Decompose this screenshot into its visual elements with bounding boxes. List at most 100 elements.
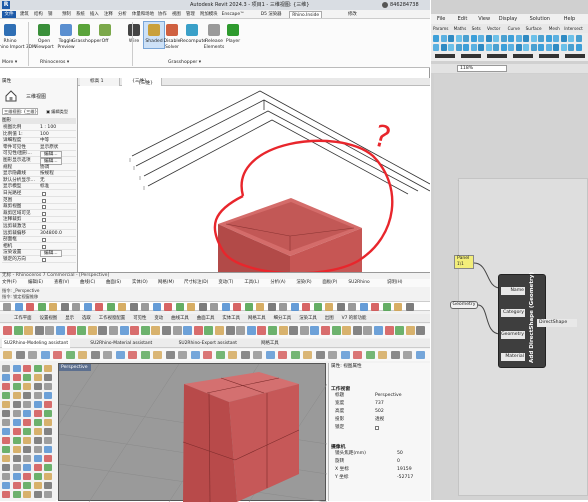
gh-zoom-dropdown[interactable]: 118% bbox=[457, 65, 507, 72]
rhino-plugin-icon[interactable] bbox=[65, 351, 75, 359]
gh-menu-item[interactable]: Display bbox=[499, 15, 517, 23]
rhino-command-bar[interactable] bbox=[0, 301, 430, 311]
rhino-plugin-icon[interactable] bbox=[203, 351, 212, 359]
rhino-side-tool-icon[interactable] bbox=[33, 473, 42, 480]
rhino-plugin-icon[interactable] bbox=[278, 351, 287, 359]
rhino-menu-item[interactable]: 查看(V) bbox=[54, 279, 69, 287]
rhino-side-tool-icon[interactable] bbox=[44, 392, 53, 399]
rhino-toolbar-tab[interactable]: V7 的新功能 bbox=[342, 314, 367, 323]
gh-component-icon[interactable] bbox=[553, 44, 559, 51]
rhino-side-tool-icon[interactable] bbox=[23, 374, 32, 381]
rhino-side-tool-icon[interactable] bbox=[33, 365, 42, 372]
rhino-side-tool-icon[interactable] bbox=[33, 419, 42, 426]
rhino-side-tool-icon[interactable] bbox=[33, 491, 42, 498]
rhino-toolbar-tab[interactable]: 工作平面 bbox=[14, 314, 32, 323]
rhino-command-icon[interactable] bbox=[118, 303, 126, 311]
rhino-side-tool-icon[interactable] bbox=[33, 401, 42, 408]
rhino-prop-checkbox[interactable] bbox=[375, 426, 379, 430]
gh-output-directshape[interactable]: DirectShape bbox=[537, 319, 577, 327]
rhino-toolbar-tab[interactable]: 出图 bbox=[325, 314, 334, 323]
rhino-side-tool-icon[interactable] bbox=[2, 419, 10, 426]
rhino-tool-icon[interactable] bbox=[109, 326, 118, 335]
rhino-plugin-icon[interactable] bbox=[103, 351, 112, 359]
rhino-toolbar-tab[interactable]: 曲线工具 bbox=[171, 314, 189, 323]
rhino-tool-icon[interactable] bbox=[183, 326, 193, 335]
rhino-plugin-icon[interactable] bbox=[415, 351, 425, 359]
rhino-side-tool-icon[interactable] bbox=[23, 473, 32, 480]
rhino-command-icon[interactable] bbox=[371, 303, 379, 311]
gh-component-icon[interactable] bbox=[523, 35, 529, 42]
gh-menu-item[interactable]: File bbox=[437, 15, 445, 23]
rhino-side-tool-icon[interactable] bbox=[2, 482, 10, 489]
rhino-command-icon[interactable] bbox=[313, 303, 322, 311]
rhino-tool-icon[interactable] bbox=[204, 326, 214, 335]
rhino-side-tool-icon[interactable] bbox=[2, 455, 10, 462]
rhino-command-icon[interactable] bbox=[26, 303, 34, 311]
gh-component-icon[interactable] bbox=[545, 35, 552, 42]
gh-input-material[interactable]: Material bbox=[501, 353, 525, 361]
rhino-tool-icon[interactable] bbox=[3, 326, 12, 335]
rhino-tool-icon[interactable] bbox=[56, 326, 65, 335]
rhino-command-icon[interactable] bbox=[95, 303, 103, 311]
gh-component-icon[interactable] bbox=[433, 35, 439, 42]
rhino-command-icon[interactable] bbox=[14, 303, 23, 311]
gh-component-icon[interactable] bbox=[515, 35, 522, 42]
gh-tab[interactable]: Vector bbox=[487, 25, 500, 32]
rhino-side-tool-icon[interactable] bbox=[23, 437, 32, 444]
file-menu-button[interactable]: 文件 bbox=[2, 11, 16, 18]
rhino-side-tool-icon[interactable] bbox=[23, 491, 32, 498]
property-value[interactable]: 304800.0 bbox=[40, 231, 62, 237]
rhino-command-icon[interactable] bbox=[164, 303, 172, 311]
rhino-command-icon[interactable] bbox=[141, 303, 149, 311]
gh-tab[interactable]: Surface bbox=[526, 25, 542, 32]
rhino-prop-value[interactable]: 502 bbox=[375, 409, 384, 415]
gh-component-icon[interactable] bbox=[530, 35, 537, 42]
rhino-tool-icon[interactable] bbox=[384, 326, 394, 335]
rhino-tool-icon[interactable] bbox=[321, 326, 330, 335]
ribbon-tab[interactable]: Rhino.Inside bbox=[289, 11, 323, 18]
rhino-side-tool-icon[interactable] bbox=[2, 383, 10, 390]
rhino-viewport-tab[interactable]: Perspective bbox=[59, 364, 91, 371]
rhino-tool-icon[interactable] bbox=[331, 326, 341, 335]
rhino-side-tool-icon[interactable] bbox=[23, 455, 32, 462]
gh-input-category[interactable]: Category bbox=[501, 309, 525, 317]
rhino-plugin-icon[interactable] bbox=[128, 351, 137, 359]
rhino-toolbar-tab[interactable]: 设置视图 bbox=[40, 314, 58, 323]
gh-component-icon[interactable] bbox=[553, 35, 559, 42]
ribbon-tab[interactable]: 视图 bbox=[170, 11, 183, 18]
gh-component-icon[interactable] bbox=[440, 35, 447, 42]
rhino-side-tool-icon[interactable] bbox=[2, 491, 10, 498]
rhino-side-tool-icon[interactable] bbox=[44, 491, 53, 498]
rhino-menu-item[interactable]: 变动(T) bbox=[218, 279, 233, 287]
grasshopper-icon[interactable] bbox=[78, 24, 90, 36]
rhino-tool-icon[interactable] bbox=[342, 326, 352, 335]
rhino-menu-item[interactable]: 文件(F) bbox=[2, 279, 17, 287]
gh-tab[interactable]: Params bbox=[433, 25, 448, 32]
rhino-menu-item[interactable]: 网格(M) bbox=[158, 279, 174, 287]
rhino-command-icon[interactable] bbox=[359, 303, 368, 311]
add-directshape-component[interactable]: Name Category Geometry Material Add Dire… bbox=[498, 272, 577, 368]
property-checkbox[interactable] bbox=[42, 244, 46, 249]
rhino-plugin-icon[interactable] bbox=[328, 351, 337, 359]
rhino-tool-icon[interactable] bbox=[352, 326, 362, 335]
rhino-tool-icon[interactable] bbox=[162, 326, 171, 335]
rhino-tool-icon[interactable] bbox=[310, 326, 320, 335]
rhino-plugin-icon[interactable] bbox=[190, 351, 200, 359]
grasshopper-panel-label[interactable]: Grasshopper ▾ bbox=[168, 60, 201, 65]
gh-component-icon[interactable] bbox=[485, 44, 492, 51]
rhino-prop-value[interactable]: Perspective bbox=[375, 393, 402, 399]
recompute-button-label[interactable]: Recompute bbox=[180, 39, 206, 44]
rhino-tool-icon[interactable] bbox=[405, 326, 415, 335]
rhino-prop-value[interactable]: 737 bbox=[375, 401, 384, 407]
rhino-tool-icon[interactable] bbox=[236, 326, 246, 335]
property-value[interactable]: 100 bbox=[40, 132, 49, 138]
rhino-command-icon[interactable] bbox=[37, 303, 46, 311]
rhino-tool-icon[interactable] bbox=[193, 326, 203, 335]
rhino-command-icon[interactable] bbox=[3, 303, 11, 311]
property-checkbox[interactable] bbox=[42, 192, 46, 196]
gh-component-icon[interactable] bbox=[478, 35, 484, 42]
rhino-tool-icon[interactable] bbox=[66, 326, 76, 335]
rhino-side-tool-icon[interactable] bbox=[12, 455, 21, 462]
gh-component-icon[interactable] bbox=[500, 35, 507, 42]
rhino-command-icon[interactable] bbox=[290, 303, 299, 311]
